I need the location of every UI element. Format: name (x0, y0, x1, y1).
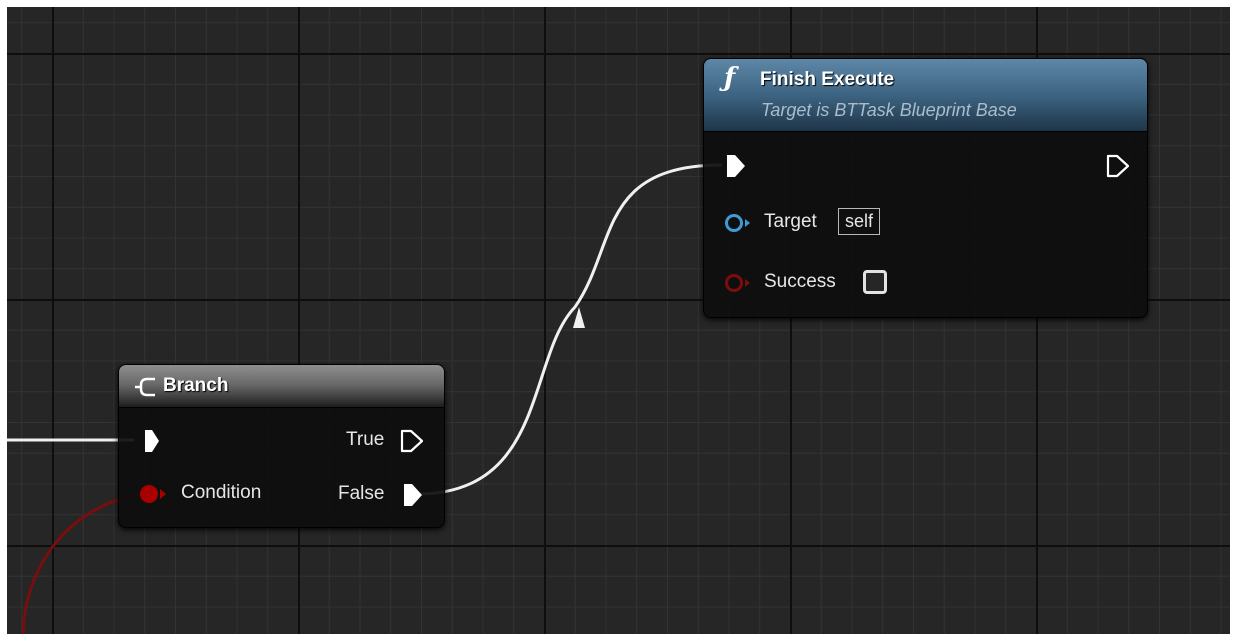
target-pin-label: Target (764, 211, 817, 232)
target-object-pin-icon[interactable] (724, 212, 754, 234)
finish-execute-node-header[interactable]: ƒ Finish Execute Target is BTTask Bluepr… (704, 59, 1147, 132)
success-checkbox[interactable] (863, 270, 887, 294)
branch-node-header[interactable]: Branch (119, 365, 444, 408)
finish-execute-node[interactable]: ƒ Finish Execute Target is BTTask Bluepr… (703, 58, 1148, 318)
condition-pin-label: Condition (181, 482, 262, 503)
false-exec-out-pin-icon[interactable] (403, 483, 423, 507)
branch-node[interactable]: Branch True Condition False (118, 364, 445, 528)
branch-arrow-icon (135, 377, 155, 397)
true-exec-out-pin-icon[interactable] (400, 429, 426, 453)
wire-direction-arrow-icon (573, 307, 585, 328)
exec-out-pin-icon[interactable] (1106, 154, 1132, 178)
blueprint-graph-canvas[interactable]: Branch True Condition False ƒ Finish Exe… (7, 7, 1230, 634)
exec-wire-false-to-finish[interactable] (416, 163, 723, 496)
finish-execute-node-subtitle: Target is BTTask Blueprint Base (761, 100, 1017, 120)
condition-bool-pin-icon[interactable] (138, 483, 168, 505)
true-pin-label: True (346, 429, 385, 450)
false-pin-label: False (338, 483, 385, 504)
target-default-value[interactable]: self (838, 208, 881, 235)
success-bool-pin-icon[interactable] (724, 272, 754, 294)
branch-node-title: Branch (163, 375, 229, 396)
exec-in-pin-icon[interactable] (144, 429, 160, 453)
exec-in-pin-icon[interactable] (726, 154, 746, 178)
success-pin-label: Success (764, 271, 836, 292)
finish-execute-node-title: Finish Execute (760, 69, 895, 90)
function-f-icon: ƒ (724, 63, 736, 93)
